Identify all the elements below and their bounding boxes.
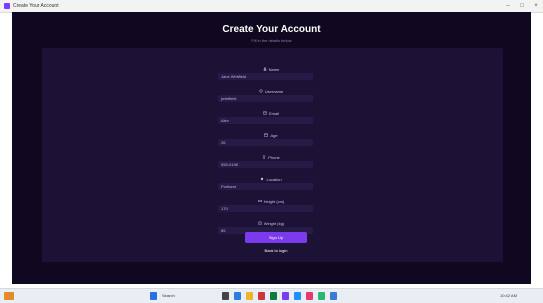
taskbar-search[interactable]: Search [162,293,175,298]
field-name: Name Jane Whitfield [218,66,313,80]
field-label: Email [268,110,279,116]
field-username: Username jwhitfield [218,88,313,102]
app-icon [4,3,10,9]
height-input[interactable]: 170 [218,205,313,212]
field-age: Age 26 [218,132,313,146]
field-label: Weight (kg) [263,220,285,226]
file-explorer-icon[interactable] [246,292,253,300]
app-icon-dark-blue[interactable] [330,292,337,300]
app-window: Create Your Account Fill in the details … [12,12,531,284]
field-height: Height (cm) 170 [218,198,313,212]
maximize-button[interactable]: □ [515,0,529,12]
calendar-icon [264,133,269,137]
taskbar: Search 10:42 AM [0,288,543,303]
phone-input[interactable]: 555-0198 [218,161,313,168]
email-input[interactable]: Alex [218,117,313,124]
pin-icon [261,177,264,181]
name-input[interactable]: Jane Whitfield [218,73,313,80]
field-label: Username [264,88,284,94]
page-subtitle: Fill in the details below [251,38,292,43]
back-to-login-link[interactable]: Back to login [245,248,307,253]
page-title: Create Your Account [222,24,321,35]
field-label: Age [270,132,278,138]
clock: 10:42 AM [500,293,517,298]
username-input[interactable]: jwhitfield [218,95,313,102]
field-location: Location Portland [218,176,313,190]
at-icon [259,89,263,93]
window-controls: – □ × [501,0,543,12]
app-icon-pink[interactable] [306,292,313,300]
sign-up-button[interactable]: Sign Up [245,232,307,243]
field-label: Phone [268,154,280,160]
task-view-icon[interactable] [222,292,229,300]
phone-icon [263,155,266,159]
field-email: Email Alex [218,110,313,124]
age-input[interactable]: 26 [218,139,313,146]
app-icon-blue[interactable] [294,292,301,300]
location-input[interactable]: Portland [218,183,313,190]
app-icon-teal[interactable] [318,292,325,300]
field-label: Height (cm) [263,198,285,204]
field-label: Location [266,176,282,182]
ruler-icon [257,200,262,202]
scale-icon [257,221,262,225]
edge-icon[interactable] [234,292,241,300]
user-icon [263,67,267,71]
window-title: Create Your Account [13,3,59,9]
app-icon-purple[interactable] [282,292,289,300]
app-icon-green[interactable] [270,292,277,300]
signup-form-card: Name Jane Whitfield Username jwhitfield … [42,48,503,262]
close-button[interactable]: × [529,0,543,12]
start-icon[interactable] [150,292,157,300]
field-phone: Phone 555-0198 [218,154,313,168]
mail-icon [263,111,267,115]
app-icon-red[interactable] [258,292,265,300]
minimize-button[interactable]: – [501,0,515,12]
weather-icon[interactable] [4,292,14,300]
field-label: Name [268,66,280,72]
